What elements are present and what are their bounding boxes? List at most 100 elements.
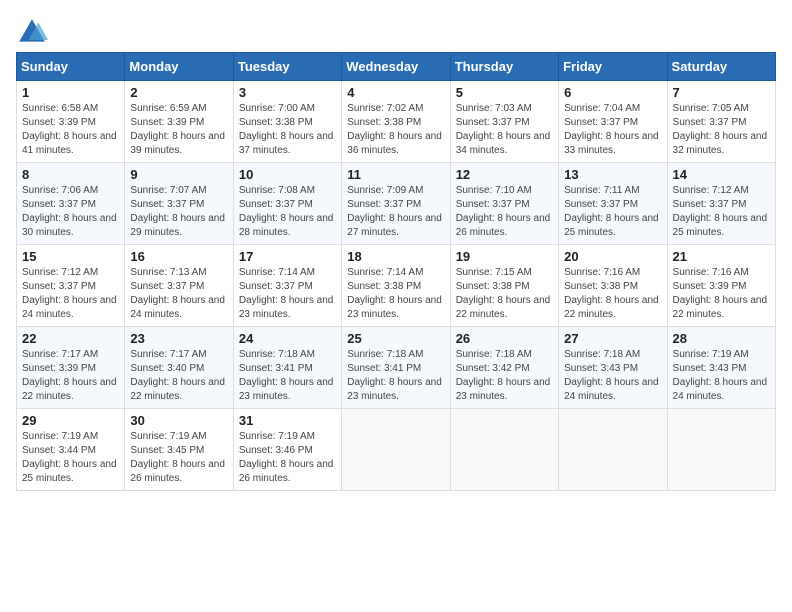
day-number: 3 xyxy=(239,85,336,100)
day-number: 7 xyxy=(673,85,770,100)
day-info: Sunrise: 7:17 AMSunset: 3:39 PMDaylight:… xyxy=(22,348,119,404)
weekday-header-thursday: Thursday xyxy=(450,53,558,81)
day-number: 23 xyxy=(130,331,227,346)
day-info: Sunrise: 7:04 AMSunset: 3:37 PMDaylight:… xyxy=(564,102,661,158)
logo xyxy=(16,16,54,48)
day-info: Sunrise: 7:14 AMSunset: 3:38 PMDaylight:… xyxy=(347,266,444,322)
day-number: 27 xyxy=(564,331,661,346)
day-info: Sunrise: 7:18 AMSunset: 3:41 PMDaylight:… xyxy=(347,348,444,404)
day-info: Sunrise: 6:59 AMSunset: 3:39 PMDaylight:… xyxy=(130,102,227,158)
day-number: 4 xyxy=(347,85,444,100)
day-number: 25 xyxy=(347,331,444,346)
day-number: 10 xyxy=(239,167,336,182)
weekday-header-monday: Monday xyxy=(125,53,233,81)
calendar-cell xyxy=(342,409,450,491)
day-number: 29 xyxy=(22,413,119,428)
calendar-cell: 24 Sunrise: 7:18 AMSunset: 3:41 PMDayligh… xyxy=(233,327,341,409)
calendar-cell: 30Sunrise: 7:19 AMSunset: 3:45 PMDayligh… xyxy=(125,409,233,491)
day-info: Sunrise: 7:12 AMSunset: 3:37 PMDaylight:… xyxy=(673,184,770,240)
day-number: 16 xyxy=(130,249,227,264)
calendar-week-row: 29 Sunrise: 7:19 AMSunset: 3:44 PMDayligh… xyxy=(17,409,776,491)
day-number: 24 xyxy=(239,331,336,346)
day-info: Sunrise: 7:14 AMSunset: 3:37 PMDaylight:… xyxy=(239,266,336,322)
day-info: Sunrise: 7:05 AMSunset: 3:37 PMDaylight:… xyxy=(673,102,770,158)
calendar-cell: 7 Sunrise: 7:05 AMSunset: 3:37 PMDaylight… xyxy=(667,81,775,163)
calendar-cell: 15Sunrise: 7:12 AMSunset: 3:37 PMDayligh… xyxy=(17,245,125,327)
day-info: Sunrise: 7:00 AMSunset: 3:38 PMDaylight:… xyxy=(239,102,336,158)
day-info: Sunrise: 7:18 AMSunset: 3:43 PMDaylight:… xyxy=(564,348,661,404)
calendar-cell: 28 Sunrise: 7:19 AMSunset: 3:43 PMDayligh… xyxy=(667,327,775,409)
calendar-cell: 26 Sunrise: 7:18 AMSunset: 3:42 PMDayligh… xyxy=(450,327,558,409)
day-number: 17 xyxy=(239,249,336,264)
calendar-week-row: 22 Sunrise: 7:17 AMSunset: 3:39 PMDayligh… xyxy=(17,327,776,409)
calendar-cell: 5 Sunrise: 7:03 AMSunset: 3:37 PMDaylight… xyxy=(450,81,558,163)
day-number: 28 xyxy=(673,331,770,346)
calendar-cell: 10 Sunrise: 7:08 AMSunset: 3:37 PMDayligh… xyxy=(233,163,341,245)
day-info: Sunrise: 7:03 AMSunset: 3:37 PMDaylight:… xyxy=(456,102,553,158)
calendar-cell: 11Sunrise: 7:09 AMSunset: 3:37 PMDayligh… xyxy=(342,163,450,245)
calendar-cell: 22 Sunrise: 7:17 AMSunset: 3:39 PMDayligh… xyxy=(17,327,125,409)
day-info: Sunrise: 7:08 AMSunset: 3:37 PMDaylight:… xyxy=(239,184,336,240)
weekday-header-row: SundayMondayTuesdayWednesdayThursdayFrid… xyxy=(17,53,776,81)
day-number: 19 xyxy=(456,249,553,264)
day-info: Sunrise: 7:10 AMSunset: 3:37 PMDaylight:… xyxy=(456,184,553,240)
calendar-cell: 4 Sunrise: 7:02 AMSunset: 3:38 PMDaylight… xyxy=(342,81,450,163)
day-info: Sunrise: 7:06 AMSunset: 3:37 PMDaylight:… xyxy=(22,184,119,240)
day-info: Sunrise: 7:17 AMSunset: 3:40 PMDaylight:… xyxy=(130,348,227,404)
day-number: 22 xyxy=(22,331,119,346)
calendar-cell: 1Sunrise: 6:58 AMSunset: 3:39 PMDaylight… xyxy=(17,81,125,163)
day-info: Sunrise: 7:13 AMSunset: 3:37 PMDaylight:… xyxy=(130,266,227,322)
weekday-header-wednesday: Wednesday xyxy=(342,53,450,81)
calendar-cell: 18 Sunrise: 7:14 AMSunset: 3:38 PMDayligh… xyxy=(342,245,450,327)
calendar-week-row: 1Sunrise: 6:58 AMSunset: 3:39 PMDaylight… xyxy=(17,81,776,163)
day-info: Sunrise: 7:18 AMSunset: 3:42 PMDaylight:… xyxy=(456,348,553,404)
calendar-cell: 31 Sunrise: 7:19 AMSunset: 3:46 PMDayligh… xyxy=(233,409,341,491)
day-number: 6 xyxy=(564,85,661,100)
day-info: Sunrise: 7:18 AMSunset: 3:41 PMDaylight:… xyxy=(239,348,336,404)
calendar-cell: 3 Sunrise: 7:00 AMSunset: 3:38 PMDaylight… xyxy=(233,81,341,163)
calendar-cell: 8 Sunrise: 7:06 AMSunset: 3:37 PMDaylight… xyxy=(17,163,125,245)
calendar-cell: 12 Sunrise: 7:10 AMSunset: 3:37 PMDayligh… xyxy=(450,163,558,245)
day-info: Sunrise: 7:19 AMSunset: 3:43 PMDaylight:… xyxy=(673,348,770,404)
weekday-header-friday: Friday xyxy=(559,53,667,81)
calendar-cell: 13Sunrise: 7:11 AMSunset: 3:37 PMDayligh… xyxy=(559,163,667,245)
calendar-cell: 27 Sunrise: 7:18 AMSunset: 3:43 PMDayligh… xyxy=(559,327,667,409)
calendar-cell: 9 Sunrise: 7:07 AMSunset: 3:37 PMDaylight… xyxy=(125,163,233,245)
day-number: 31 xyxy=(239,413,336,428)
day-info: Sunrise: 7:07 AMSunset: 3:37 PMDaylight:… xyxy=(130,184,227,240)
calendar-cell: 16 Sunrise: 7:13 AMSunset: 3:37 PMDayligh… xyxy=(125,245,233,327)
calendar-week-row: 8 Sunrise: 7:06 AMSunset: 3:37 PMDaylight… xyxy=(17,163,776,245)
day-number: 18 xyxy=(347,249,444,264)
day-info: Sunrise: 7:19 AMSunset: 3:44 PMDaylight:… xyxy=(22,430,119,486)
day-number: 21 xyxy=(673,249,770,264)
calendar-cell: 19 Sunrise: 7:15 AMSunset: 3:38 PMDayligh… xyxy=(450,245,558,327)
day-info: Sunrise: 7:16 AMSunset: 3:38 PMDaylight:… xyxy=(564,266,661,322)
calendar-cell: 2Sunrise: 6:59 AMSunset: 3:39 PMDaylight… xyxy=(125,81,233,163)
weekday-header-tuesday: Tuesday xyxy=(233,53,341,81)
calendar-cell: 6 Sunrise: 7:04 AMSunset: 3:37 PMDaylight… xyxy=(559,81,667,163)
day-info: Sunrise: 7:15 AMSunset: 3:38 PMDaylight:… xyxy=(456,266,553,322)
calendar-cell: 21 Sunrise: 7:16 AMSunset: 3:39 PMDayligh… xyxy=(667,245,775,327)
day-info: Sunrise: 7:02 AMSunset: 3:38 PMDaylight:… xyxy=(347,102,444,158)
calendar-week-row: 15Sunrise: 7:12 AMSunset: 3:37 PMDayligh… xyxy=(17,245,776,327)
day-number: 12 xyxy=(456,167,553,182)
day-number: 9 xyxy=(130,167,227,182)
day-number: 15 xyxy=(22,249,119,264)
logo-icon xyxy=(16,16,48,48)
day-number: 26 xyxy=(456,331,553,346)
day-info: Sunrise: 7:11 AMSunset: 3:37 PMDaylight:… xyxy=(564,184,661,240)
calendar-cell: 23 Sunrise: 7:17 AMSunset: 3:40 PMDayligh… xyxy=(125,327,233,409)
calendar-cell: 14Sunrise: 7:12 AMSunset: 3:37 PMDayligh… xyxy=(667,163,775,245)
calendar-cell xyxy=(450,409,558,491)
calendar-cell xyxy=(559,409,667,491)
calendar-cell: 20Sunrise: 7:16 AMSunset: 3:38 PMDayligh… xyxy=(559,245,667,327)
day-info: Sunrise: 7:19 AMSunset: 3:46 PMDaylight:… xyxy=(239,430,336,486)
day-number: 8 xyxy=(22,167,119,182)
weekday-header-sunday: Sunday xyxy=(17,53,125,81)
header xyxy=(16,16,776,48)
day-number: 5 xyxy=(456,85,553,100)
day-number: 11 xyxy=(347,167,444,182)
calendar-cell: 25 Sunrise: 7:18 AMSunset: 3:41 PMDayligh… xyxy=(342,327,450,409)
day-number: 1 xyxy=(22,85,119,100)
day-info: Sunrise: 7:16 AMSunset: 3:39 PMDaylight:… xyxy=(673,266,770,322)
